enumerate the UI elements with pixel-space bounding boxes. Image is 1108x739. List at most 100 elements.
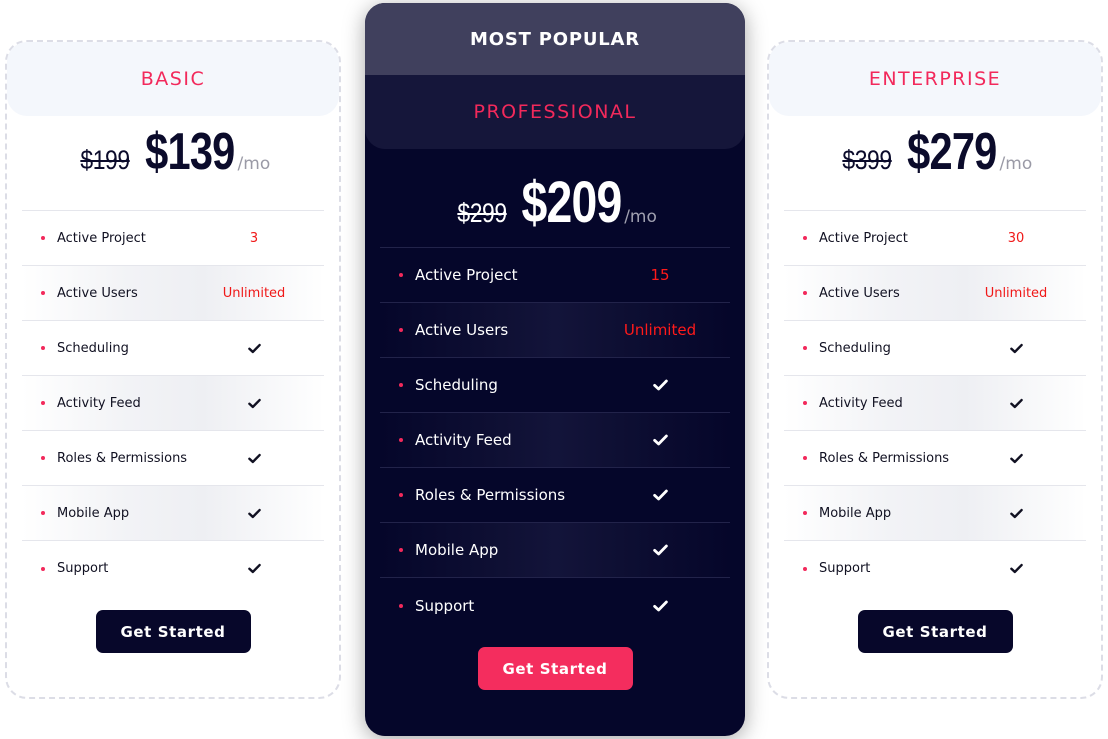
feature-label: Roles & Permissions: [819, 450, 950, 466]
feature-row: Roles & Permissions: [22, 431, 324, 486]
feature-label: Support: [819, 561, 871, 576]
feature-label: Active Users: [819, 285, 900, 301]
bullet-icon: [41, 456, 45, 460]
bullet-icon: [803, 566, 807, 571]
current-price: $139: [145, 123, 235, 181]
bullet-icon: [399, 328, 403, 332]
feature-label: Scheduling: [415, 376, 498, 394]
pricing-card-enterprise: ENTERPRISE $399 $279 /mo Active Project 3…: [767, 40, 1103, 699]
check-icon: [600, 434, 720, 446]
feature-label: Active Project: [819, 230, 908, 246]
plan-header: ENTERPRISE: [769, 42, 1101, 116]
plan-name: BASIC: [140, 68, 206, 90]
feature-label: Mobile App: [819, 505, 892, 521]
bullet-icon: [41, 566, 45, 571]
feature-row: Active Project 30: [784, 211, 1086, 266]
get-started-button[interactable]: Get Started: [857, 610, 1013, 653]
feature-label: Scheduling: [819, 340, 891, 356]
feature-row: Active Users Unlimited: [784, 266, 1086, 321]
bullet-icon: [41, 291, 45, 295]
feature-row: Activity Feed: [22, 376, 324, 431]
feature-label: Roles & Permissions: [57, 450, 188, 466]
plan-header: BASIC: [7, 42, 339, 116]
bullet-icon: [803, 236, 807, 240]
bullet-icon: [803, 291, 807, 295]
feature-value: 15: [650, 266, 670, 284]
old-price: $399: [842, 145, 892, 175]
check-icon: [194, 453, 314, 464]
check-icon: [956, 343, 1076, 354]
plan-header: PROFESSIONAL: [365, 75, 745, 149]
bullet-icon: [803, 511, 807, 515]
check-icon: [600, 379, 720, 391]
feature-row: Support: [784, 541, 1086, 596]
feature-row: Roles & Permissions: [784, 431, 1086, 486]
feature-value: Unlimited: [222, 285, 286, 301]
most-popular-badge: MOST POPULAR: [365, 3, 745, 75]
feature-list: Active Project 30 Active Users Unlimited Sch…: [784, 210, 1086, 596]
price: $299 $209 /mo: [365, 149, 745, 247]
feature-label: Active Users: [415, 321, 509, 339]
feature-value: Unlimited: [984, 285, 1048, 301]
check-icon: [194, 563, 314, 574]
price: $399 $279 /mo: [769, 116, 1101, 210]
current-price: $279: [907, 123, 997, 181]
pricing-card-professional: MOST POPULAR PROFESSIONAL $299 $209 /mo …: [365, 3, 745, 736]
pricing-section: BASIC $199 $139 /mo Active Project 3 Activ…: [0, 0, 1108, 739]
billing-period: /mo: [237, 154, 271, 174]
bullet-icon: [41, 236, 45, 240]
plan-name: ENTERPRISE: [868, 68, 1002, 90]
feature-row: Scheduling: [380, 358, 730, 413]
billing-period: /mo: [999, 154, 1033, 174]
feature-list: Active Project 3 Active Users Unlimited Sche…: [22, 210, 324, 596]
bullet-icon: [803, 346, 807, 350]
bullet-icon: [41, 511, 45, 515]
feature-label: Active Project: [57, 230, 146, 246]
feature-row: Support: [22, 541, 324, 596]
get-started-button[interactable]: Get Started: [477, 647, 633, 690]
feature-label: Mobile App: [57, 505, 130, 521]
pricing-card-basic: BASIC $199 $139 /mo Active Project 3 Activ…: [5, 40, 341, 699]
check-icon: [600, 489, 720, 501]
feature-label: Support: [415, 596, 475, 615]
feature-label: Activity Feed: [819, 395, 903, 411]
check-icon: [194, 343, 314, 354]
feature-label: Support: [57, 561, 109, 576]
feature-row: Activity Feed: [784, 376, 1086, 431]
feature-row: Mobile App: [784, 486, 1086, 541]
feature-value: Unlimited: [623, 321, 697, 339]
feature-row: Roles & Permissions: [380, 468, 730, 523]
bullet-icon: [399, 493, 403, 497]
feature-row: Mobile App: [22, 486, 324, 541]
bullet-icon: [803, 456, 807, 460]
feature-row: Active Users Unlimited: [380, 303, 730, 358]
feature-label: Roles & Permissions: [415, 486, 566, 504]
feature-row: Active Project 3: [22, 211, 324, 266]
feature-label: Active Users: [57, 285, 138, 301]
get-started-button[interactable]: Get Started: [95, 610, 251, 653]
feature-row: Support: [380, 578, 730, 633]
check-icon: [194, 398, 314, 409]
check-icon: [956, 563, 1076, 574]
feature-value: 3: [249, 230, 259, 246]
check-icon: [600, 544, 720, 556]
check-icon: [956, 398, 1076, 409]
feature-label: Activity Feed: [415, 431, 512, 449]
bullet-icon: [399, 603, 403, 608]
check-icon: [956, 453, 1076, 464]
price: $199 $139 /mo: [7, 116, 339, 210]
feature-label: Activity Feed: [57, 395, 141, 411]
old-price: $299: [457, 198, 507, 228]
feature-list: Active Project 15 Active Users Unlimited Sch…: [380, 247, 730, 633]
current-price: $209: [521, 170, 623, 235]
bullet-icon: [41, 346, 45, 350]
feature-value: 30: [1007, 230, 1025, 246]
feature-row: Scheduling: [784, 321, 1086, 376]
feature-row: Active Users Unlimited: [22, 266, 324, 321]
feature-label: Scheduling: [57, 340, 129, 356]
bullet-icon: [399, 383, 403, 387]
feature-label: Active Project: [415, 266, 518, 284]
feature-label: Mobile App: [415, 541, 499, 559]
feature-row: Activity Feed: [380, 413, 730, 468]
feature-row: Mobile App: [380, 523, 730, 578]
